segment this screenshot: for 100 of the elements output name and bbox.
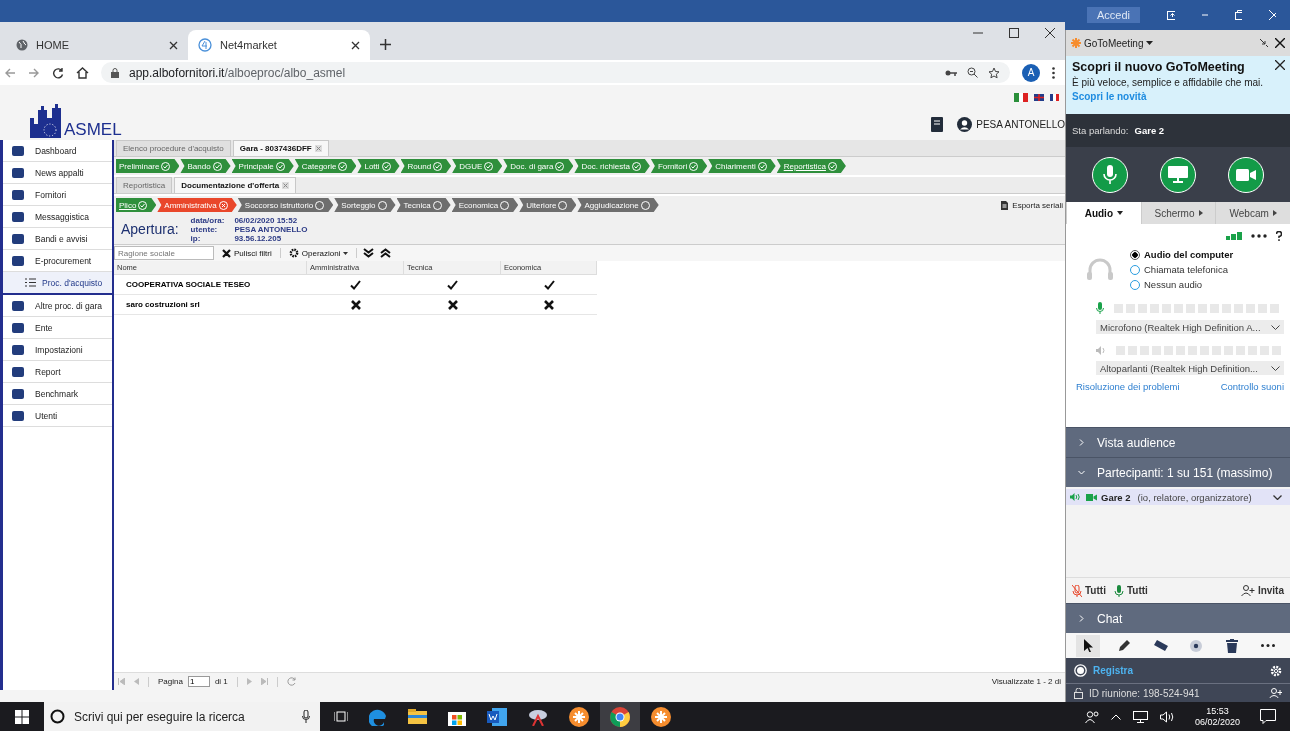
screen-share-button[interactable]: [1160, 156, 1196, 193]
operations-button[interactable]: Operazioni: [286, 248, 351, 258]
radio-option[interactable]: Audio del computer: [1130, 249, 1234, 260]
browser-tab[interactable]: HOME: [6, 30, 188, 60]
user-icon[interactable]: [957, 117, 973, 132]
section-header[interactable]: Chat: [1066, 603, 1290, 633]
phase-step[interactable]: Ulteriore: [519, 198, 577, 212]
workflow-step[interactable]: Principale: [231, 159, 294, 173]
microphone-button[interactable]: [1092, 156, 1128, 193]
sidebar-item[interactable]: Messaggistica: [3, 206, 112, 228]
settings-icon[interactable]: [1270, 664, 1282, 677]
workflow-step[interactable]: Reportistica: [776, 159, 846, 173]
phase-step[interactable]: Plico: [116, 198, 157, 212]
phase-step[interactable]: Economica: [451, 198, 519, 212]
folder-icon[interactable]: [408, 709, 427, 724]
record-button[interactable]: Registra: [1074, 664, 1133, 677]
sidebar-item[interactable]: Fornitori: [3, 184, 112, 206]
windows-start-icon[interactable]: [15, 709, 29, 724]
caret-icon[interactable]: [1146, 41, 1154, 45]
microphone-dropdown[interactable]: Microfono (Realtek High Definition A...: [1096, 320, 1284, 334]
volume-icon[interactable]: [1159, 710, 1175, 723]
clock-time[interactable]: 15:53: [1206, 705, 1229, 717]
help-icon[interactable]: [1276, 231, 1282, 241]
sidebar-item[interactable]: Benchmark: [3, 383, 112, 405]
search-field[interactable]: Ragione sociale: [114, 246, 214, 260]
panel-tab[interactable]: Webcam: [1215, 202, 1290, 224]
workflow-step[interactable]: Fornitori: [650, 159, 708, 173]
participant-row[interactable]: Gare 2 (io, relatore, organizzatore): [1066, 489, 1290, 505]
panel-tab[interactable]: Schermo: [1140, 202, 1216, 224]
phase-step[interactable]: Sorteggio: [334, 198, 396, 212]
workflow-step[interactable]: Round: [400, 159, 452, 173]
sidebar-item[interactable]: Report: [3, 361, 112, 383]
page-tab[interactable]: Gara - 8037436DFF: [232, 140, 329, 156]
ribbon-options-icon[interactable]: [1167, 10, 1175, 20]
workflow-step[interactable]: DGUE: [452, 159, 503, 173]
browser-tab[interactable]: Net4market: [188, 30, 370, 60]
expand-all-icon[interactable]: [363, 248, 375, 258]
radio-option[interactable]: Nessun audio: [1130, 279, 1234, 290]
address-bar[interactable]: app.albofornitori.it/alboeproc/albo_asmel: [101, 62, 1010, 83]
sidebar-item[interactable]: Bandi e avvisi: [3, 228, 112, 250]
minimize-icon[interactable]: [1201, 14, 1209, 16]
add-person-icon[interactable]: [1269, 688, 1282, 698]
italian-flag-icon[interactable]: [1014, 93, 1028, 102]
radio-option[interactable]: Chiamata telefonica: [1130, 264, 1234, 275]
notification-icon[interactable]: [1260, 709, 1276, 724]
reload-icon[interactable]: [52, 66, 64, 79]
mute-all-button[interactable]: Tutti: [1072, 584, 1106, 597]
flower-logo-icon[interactable]: [569, 706, 589, 727]
sidebar-item[interactable]: Impostazioni: [3, 339, 112, 361]
panel-tab[interactable]: Audio: [1066, 202, 1141, 224]
profile-avatar[interactable]: A: [1022, 63, 1040, 82]
section-header[interactable]: Partecipanti: 1 su 151 (massimo): [1066, 457, 1290, 487]
restore-icon[interactable]: [1235, 10, 1243, 20]
word-document-icon[interactable]: [487, 707, 507, 726]
sidebar-item[interactable]: Utenti: [3, 405, 112, 427]
new-tab-icon[interactable]: [380, 39, 391, 50]
star-icon[interactable]: [988, 66, 1000, 79]
page-input[interactable]: 1: [187, 676, 210, 687]
workflow-step[interactable]: Bando: [180, 159, 231, 173]
forward-icon[interactable]: [28, 66, 40, 79]
webcam-button[interactable]: [1228, 156, 1264, 193]
book-icon[interactable]: [931, 117, 944, 132]
unmute-all-button[interactable]: Tutti: [1113, 584, 1148, 597]
phase-step[interactable]: Soccorso istruttorio: [237, 198, 334, 212]
sidebar-subitem[interactable]: Proc. d'acquisto: [3, 272, 112, 295]
export-button[interactable]: Esporta seriali: [1001, 200, 1065, 210]
workflow-step[interactable]: Lotti: [357, 159, 400, 173]
zoom-icon[interactable]: [967, 67, 978, 78]
key-icon[interactable]: [945, 68, 957, 77]
pointer-tool-icon[interactable]: [1076, 634, 1100, 657]
collapse-icon[interactable]: [1260, 39, 1268, 47]
page-tab[interactable]: Reportistica: [116, 177, 173, 193]
close-icon[interactable]: [1275, 60, 1285, 70]
sign-in-button[interactable]: Accedi: [1087, 7, 1141, 23]
invite-button[interactable]: Invita: [1240, 585, 1284, 596]
sidebar-item[interactable]: Altre proc. di gara: [3, 295, 112, 317]
user-name[interactable]: PESA ANTONELLO: [976, 119, 1065, 130]
snipping-tool-icon[interactable]: [528, 707, 548, 726]
sidebar-item[interactable]: Dashboard: [3, 140, 112, 162]
flower-logo-icon[interactable]: [651, 706, 671, 727]
workflow-step[interactable]: Categorie: [294, 159, 357, 173]
maximize-icon[interactable]: [1009, 28, 1019, 38]
back-icon[interactable]: [4, 66, 16, 79]
workflow-step[interactable]: Chiarimenti: [708, 159, 776, 173]
workflow-step[interactable]: Doc. di gara: [503, 159, 574, 173]
app-title[interactable]: GoToMeeting: [1084, 37, 1144, 49]
section-header[interactable]: Vista audience: [1066, 427, 1290, 457]
phase-step[interactable]: Aggiudicazione: [577, 198, 659, 212]
sidebar-item[interactable]: Ente: [3, 317, 112, 339]
active-app-tile[interactable]: [600, 702, 640, 731]
menu-icon[interactable]: [1052, 66, 1055, 79]
network-icon[interactable]: [1132, 710, 1148, 723]
collapse-all-icon[interactable]: [380, 248, 392, 258]
task-view-icon[interactable]: [334, 710, 348, 723]
workflow-step[interactable]: Preliminare: [116, 159, 180, 173]
edge-browser-icon[interactable]: [369, 707, 387, 726]
close-icon[interactable]: [1045, 28, 1055, 38]
clear-filters-button[interactable]: Pulisci filtri: [220, 248, 274, 258]
sidebar-item[interactable]: News appalti: [3, 162, 112, 184]
link[interactable]: Risoluzione dei problemi: [1076, 381, 1180, 392]
